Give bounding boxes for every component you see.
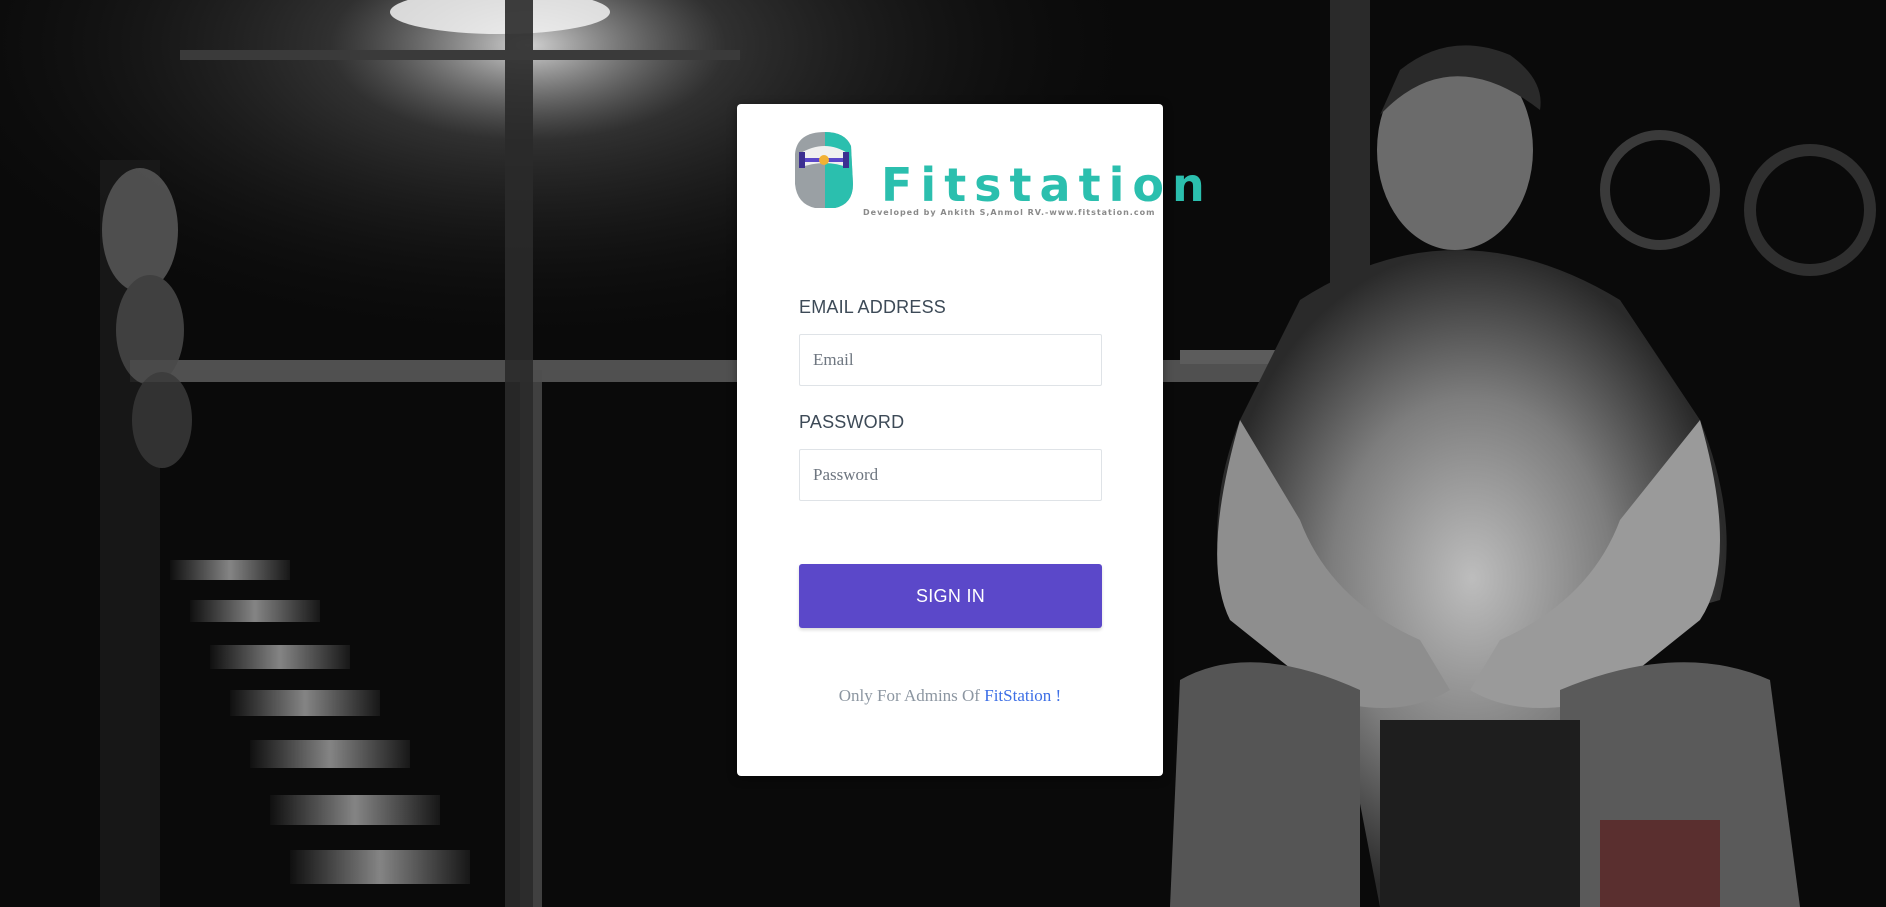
dumbbell-head-icon	[795, 132, 853, 208]
login-card: Fitstation Developed by Ankith S,Anmol R…	[737, 104, 1205, 776]
logo-wordmark: Fitstation	[881, 158, 1213, 212]
logo-tagline: Developed by Ankith S,Anmol RV.-www.fits…	[863, 208, 1156, 217]
footer-note: Only For Admins Of FitStation !	[737, 686, 1163, 706]
password-label: PASSWORD	[799, 412, 905, 432]
email-field[interactable]	[799, 334, 1102, 386]
password-field[interactable]	[799, 449, 1102, 501]
footer-prefix: Only For Admins Of	[838, 686, 985, 705]
email-label: EMAIL ADDRESS	[799, 297, 946, 317]
fitstation-link[interactable]: FitStation !	[984, 686, 1061, 705]
sign-in-button[interactable]: SIGN IN	[799, 564, 1102, 628]
